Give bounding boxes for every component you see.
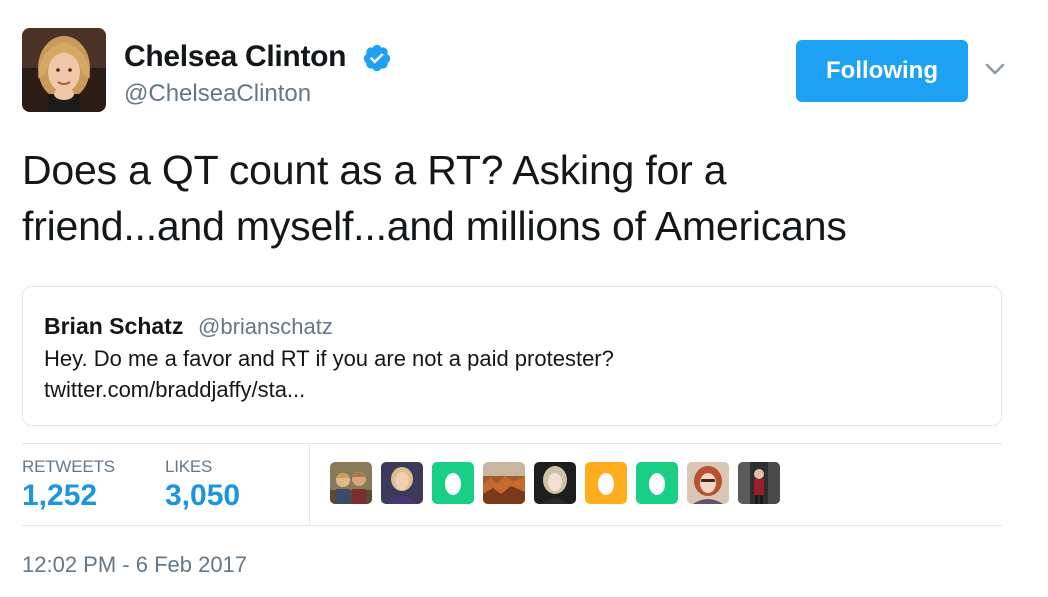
- author-handle[interactable]: @ChelseaClinton: [124, 80, 311, 108]
- tweet-card: Chelsea Clinton @ChelseaClinton Followin…: [0, 0, 1048, 597]
- liker-avatar[interactable]: [534, 462, 576, 504]
- divider: [22, 443, 1002, 444]
- following-button[interactable]: Following: [796, 40, 968, 102]
- quoted-link[interactable]: twitter.com/braddjaffy/sta...: [44, 374, 974, 405]
- egg-avatar[interactable]: [585, 462, 627, 504]
- tweet-timestamp[interactable]: 12:02 PM - 6 Feb 2017: [22, 552, 247, 578]
- tweet-text-line: Does a QT count as a RT? Asking for a: [22, 147, 727, 193]
- quoted-tweet-text: Hey. Do me a favor and RT if you are not…: [44, 343, 974, 405]
- egg-avatar[interactable]: [432, 462, 474, 504]
- stats-divider: [309, 445, 310, 525]
- author-name[interactable]: Chelsea Clinton: [124, 40, 347, 74]
- verified-badge-icon: [363, 44, 391, 72]
- tweet-text-line: friend...and myself...and millions of Am…: [22, 203, 847, 249]
- likes-label: LIKES: [165, 457, 213, 476]
- quoted-author-handle: @brianschatz: [198, 314, 333, 339]
- egg-avatar[interactable]: [636, 462, 678, 504]
- retweets-label: RETWEETS: [22, 457, 115, 476]
- tweet-text: Does a QT count as a RT? Asking for a fr…: [22, 142, 1012, 254]
- likes-count[interactable]: 3,050: [165, 479, 240, 513]
- liker-avatar[interactable]: [330, 462, 372, 504]
- chevron-down-icon[interactable]: [984, 58, 1006, 80]
- quoted-tweet[interactable]: Brian Schatz @brianschatz Hey. Do me a f…: [22, 286, 1002, 426]
- divider: [22, 525, 1002, 526]
- likers-list: [330, 462, 780, 504]
- quoted-text-line: Hey. Do me a favor and RT if you are not…: [44, 346, 614, 371]
- liker-avatar[interactable]: [738, 462, 780, 504]
- liker-avatar[interactable]: [381, 462, 423, 504]
- quoted-author-name: Brian Schatz: [44, 313, 184, 339]
- liker-avatar[interactable]: [687, 462, 729, 504]
- retweets-count[interactable]: 1,252: [22, 479, 97, 513]
- author-avatar[interactable]: [22, 28, 106, 112]
- liker-avatar[interactable]: [483, 462, 525, 504]
